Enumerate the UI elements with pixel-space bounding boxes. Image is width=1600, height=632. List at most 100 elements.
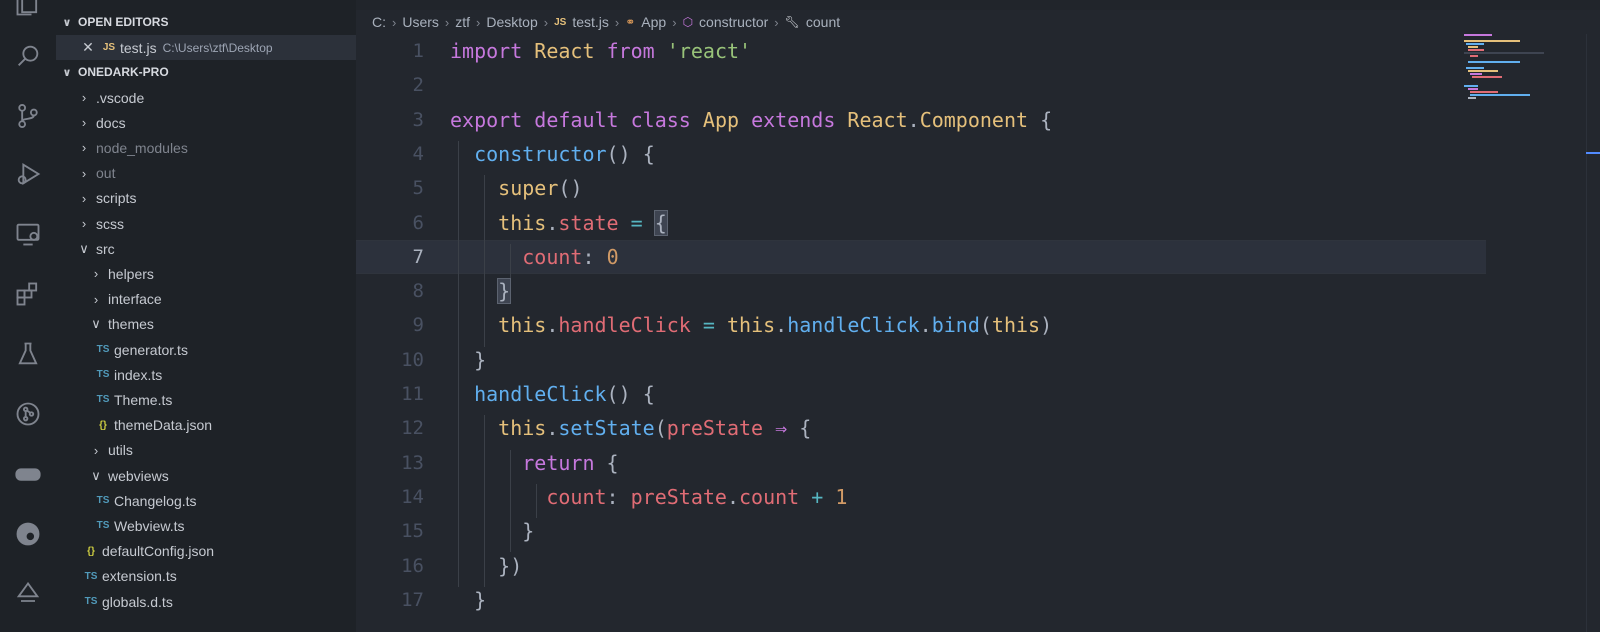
tree-file[interactable]: TS globals.d.ts xyxy=(56,589,356,614)
tree-file[interactable]: TS Changelog.ts xyxy=(56,488,356,513)
tree-item-label: themes xyxy=(108,316,154,333)
breadcrumb-item[interactable]: ⬡ constructor xyxy=(683,14,769,30)
testing-icon[interactable] xyxy=(12,338,44,370)
breadcrumb-item[interactable]: C: xyxy=(372,14,386,30)
code-text: this.handleClick = this.handleClick.bind… xyxy=(498,313,1053,338)
tree-item-label: docs xyxy=(96,114,126,131)
code-text: count: 0 xyxy=(522,244,619,269)
code-text: } xyxy=(522,519,535,544)
open-editor-item[interactable]: ✕ JS test.js C:\Users\ztf\Desktop xyxy=(56,35,356,60)
tree-folder[interactable]: › docs xyxy=(56,110,356,135)
line-number: 2 xyxy=(412,74,424,97)
code-text: import React from 'react' xyxy=(450,39,752,63)
code-line[interactable]: 16 }) xyxy=(356,549,1486,583)
close-icon[interactable]: ✕ xyxy=(80,39,96,56)
typescript-file-icon: TS xyxy=(96,495,110,507)
tree-item-label: defaultConfig.json xyxy=(102,543,215,560)
tree-folder[interactable]: ∨ webviews xyxy=(56,463,356,488)
breadcrumb-item[interactable]: ztf xyxy=(455,14,470,30)
breadcrumb-item[interactable]: ⚭ App xyxy=(625,14,666,30)
tree-folder[interactable]: › node_modules xyxy=(56,135,356,160)
edge-icon[interactable] xyxy=(12,518,44,550)
tree-folder[interactable]: › utils xyxy=(56,438,356,463)
tree-folder[interactable]: › helpers xyxy=(56,261,356,286)
code-line[interactable]: 13 return { xyxy=(356,446,1486,480)
code-editor[interactable]: 1 import React from 'react' 2 3 export defau… xyxy=(356,34,1600,632)
chevron-right-icon: › xyxy=(81,190,87,206)
code-line[interactable]: 10 } xyxy=(356,343,1486,377)
chevron-right-icon: › xyxy=(81,216,87,231)
chevron-down-icon: ∨ xyxy=(62,66,72,79)
code-text: this.setState(preState ⇒ { xyxy=(498,416,812,441)
code-line[interactable]: 9 this.handleClick = this.handleClick.bi… xyxy=(356,308,1486,342)
code-text: handleClick() { xyxy=(474,382,655,406)
method-icon: ⬡ xyxy=(682,15,694,29)
line-number: 17 xyxy=(401,588,424,611)
search-icon[interactable] xyxy=(12,40,44,72)
open-editors-header[interactable]: ∨ OPEN EDITORS xyxy=(56,10,356,34)
code-text: } xyxy=(474,347,487,372)
remote-explorer-icon[interactable] xyxy=(12,218,44,250)
code-line[interactable]: 7 count: 0 xyxy=(356,239,1486,274)
tree-item-label: extension.ts xyxy=(102,568,177,585)
tree-folder[interactable]: ∨ themes xyxy=(56,312,356,337)
code-line[interactable]: 5 super() xyxy=(356,171,1486,205)
breadcrumb-item[interactable]: Users xyxy=(402,14,439,30)
tree-folder[interactable]: › .vscode xyxy=(56,85,356,110)
breadcrumb-item[interactable]: JS test.js xyxy=(554,14,609,30)
tree-file[interactable]: {} themeData.json xyxy=(56,413,356,438)
git-graph-icon[interactable] xyxy=(12,398,44,430)
code-line[interactable]: 2 xyxy=(356,68,1486,102)
tree-file[interactable]: TS Theme.ts xyxy=(56,387,356,412)
indent-guide xyxy=(484,415,485,587)
typescript-file-icon: TS xyxy=(84,570,98,582)
tree-folder[interactable]: › interface xyxy=(56,287,356,312)
indent-guide xyxy=(458,140,459,587)
tree-file[interactable]: TS generator.ts xyxy=(56,337,356,362)
tree-file[interactable]: TS extension.ts xyxy=(56,564,356,589)
code-text: } xyxy=(474,587,487,612)
code-line[interactable]: 11 handleClick() { xyxy=(356,377,1486,411)
code-text: export default class App extends React.C… xyxy=(450,107,1053,132)
tree-folder[interactable]: › scripts xyxy=(56,186,356,211)
code-line[interactable]: 8 } xyxy=(356,274,1486,308)
tree-folder[interactable]: › out xyxy=(56,161,356,186)
code-line[interactable]: 1 import React from 'react' xyxy=(356,34,1486,68)
tree-folder[interactable]: › scss xyxy=(56,211,356,236)
code-line[interactable]: 4 constructor() { xyxy=(356,137,1486,171)
extensions-icon[interactable] xyxy=(12,278,44,310)
tree-item-label: src xyxy=(96,240,115,257)
tree-file[interactable]: {} defaultConfig.json xyxy=(56,539,356,564)
breadcrumb-item[interactable]: 🔧︎ count xyxy=(785,14,840,30)
tree-file[interactable]: TS Webview.ts xyxy=(56,513,356,538)
code-line[interactable]: 17 } xyxy=(356,583,1486,617)
project-header[interactable]: ∨ ONEDARK-PRO xyxy=(56,60,356,84)
line-number: 15 xyxy=(401,520,424,543)
typescript-file-icon: TS xyxy=(96,344,110,355)
code-line[interactable]: 14 count: preState.count + 1 xyxy=(356,480,1486,514)
code-line[interactable]: 3 export default class App extends React.… xyxy=(356,103,1486,137)
run-debug-icon[interactable] xyxy=(12,158,44,190)
tree-file[interactable]: TS index.ts xyxy=(56,362,356,387)
code-text: super() xyxy=(498,176,583,201)
line-number: 10 xyxy=(401,348,424,371)
gitlens-icon[interactable] xyxy=(12,578,44,610)
chevron-right-icon: › xyxy=(81,140,87,156)
explorer-icon[interactable] xyxy=(12,0,44,20)
tree-item-label: helpers xyxy=(108,265,154,282)
minimap[interactable] xyxy=(1460,34,1550,114)
tree-item-label: out xyxy=(96,165,116,182)
code-line[interactable]: 12 this.setState(preState ⇒ { xyxy=(356,411,1486,445)
breadcrumb-item[interactable]: Desktop xyxy=(486,14,537,30)
code-line[interactable]: 15 } xyxy=(356,514,1486,548)
tree-item-label: index.ts xyxy=(114,366,163,383)
gamepad-icon[interactable] xyxy=(12,458,44,490)
vertical-scrollbar[interactable] xyxy=(1586,34,1600,632)
tree-folder[interactable]: ∨ src xyxy=(56,236,356,261)
code-line[interactable]: 6 this.state = { xyxy=(356,206,1486,240)
line-number: 14 xyxy=(401,485,424,508)
line-number: 9 xyxy=(412,314,424,337)
chevron-down-icon: ∨ xyxy=(79,240,89,256)
source-control-icon[interactable] xyxy=(12,100,44,132)
indent-guide xyxy=(536,483,537,519)
